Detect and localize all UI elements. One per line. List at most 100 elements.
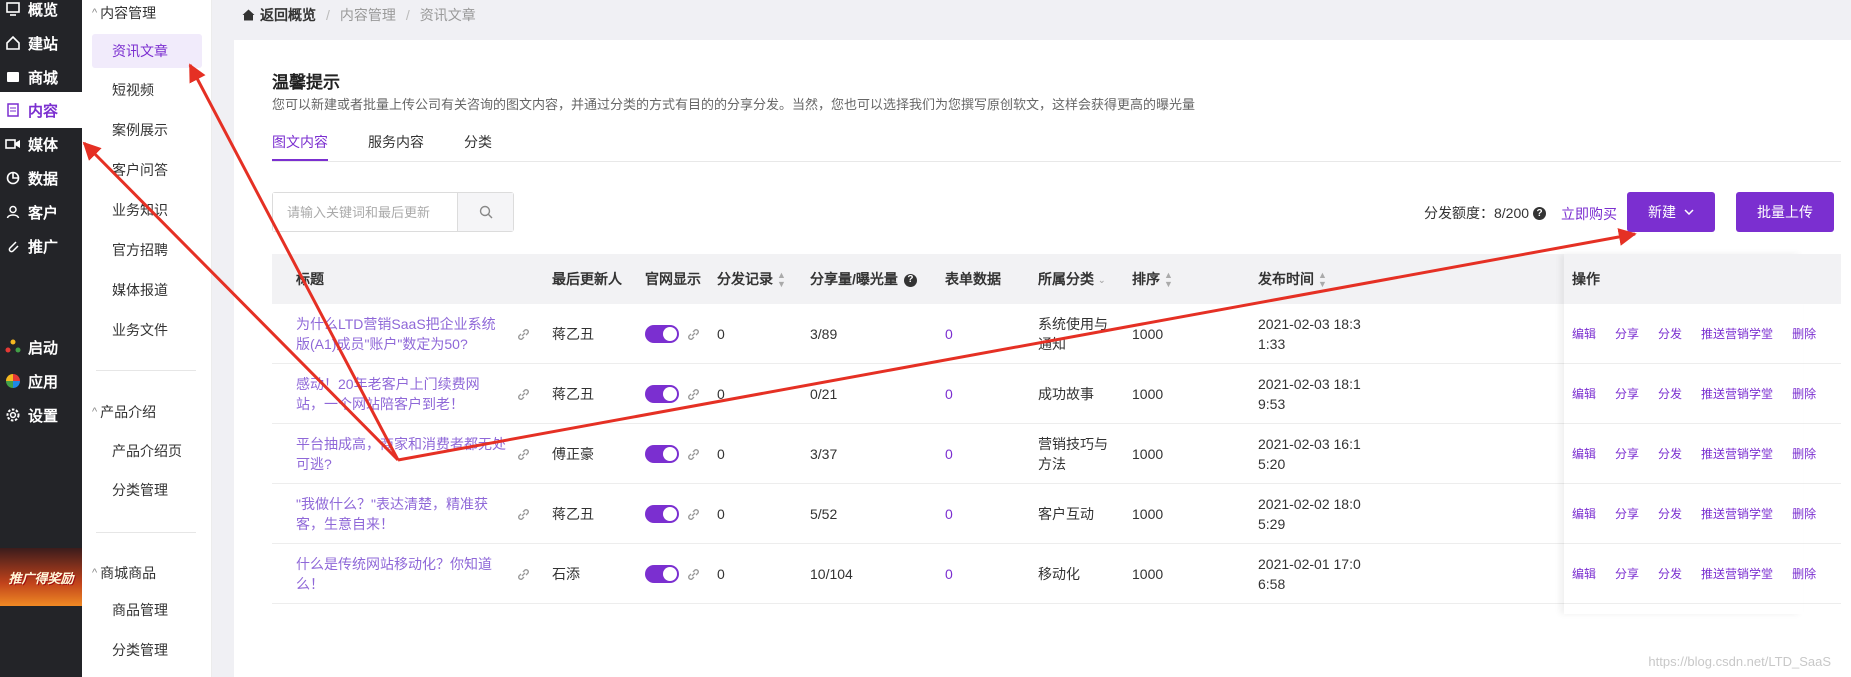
share-link[interactable]: 分享: [1615, 325, 1639, 342]
header-label: 分发记录: [717, 271, 773, 287]
article-title-link[interactable]: 为什么LTD营销SaaS把企业系统版(A1)成员"账户"数定为50?: [296, 314, 506, 354]
publish-time-cell: 2021-02-01 17:06:58: [1258, 556, 1361, 592]
filter-icon[interactable]: ⌄: [1098, 275, 1106, 285]
help-icon[interactable]: ?: [903, 273, 917, 287]
nav-item-apps[interactable]: 应用: [0, 363, 82, 399]
edit-link[interactable]: 编辑: [1572, 565, 1596, 582]
submenu-item-jobs[interactable]: 官方招聘: [92, 233, 202, 267]
buy-now-link[interactable]: 立即购买: [1561, 204, 1617, 224]
share-link[interactable]: 分享: [1615, 445, 1639, 462]
push-academy-link[interactable]: 推送营销学堂: [1701, 505, 1773, 522]
sort-icon[interactable]: ▲ ▼: [1318, 271, 1327, 289]
delete-link[interactable]: 删除: [1792, 565, 1816, 582]
push-academy-link[interactable]: 推送营销学堂: [1701, 325, 1773, 342]
header-order[interactable]: 排序 ▲ ▼: [1132, 254, 1173, 304]
nav-item-store[interactable]: 商城: [0, 59, 82, 95]
form-data-link[interactable]: 0: [945, 424, 953, 484]
gear-icon: [4, 406, 22, 424]
article-title-link[interactable]: 平台抽成高，商家和消费者都无处可逃?: [296, 434, 506, 474]
back-to-overview-link[interactable]: 返回概览: [242, 5, 316, 25]
site-display-toggle[interactable]: [645, 325, 679, 343]
submenu-item-media-reports[interactable]: 媒体报道: [92, 273, 202, 307]
edit-link[interactable]: 编辑: [1572, 445, 1596, 462]
nav-item-settings[interactable]: 设置: [0, 397, 82, 433]
submenu-item-articles[interactable]: 资讯文章: [92, 34, 202, 68]
form-data-link[interactable]: 0: [945, 544, 953, 604]
breadcrumb-content-management[interactable]: 内容管理: [340, 5, 396, 25]
article-title-link[interactable]: "我做什么？"表达清楚，精准获客，生意自来！: [296, 494, 506, 534]
nav-item-media[interactable]: 媒体: [0, 126, 82, 162]
push-academy-link[interactable]: 推送营销学堂: [1701, 385, 1773, 402]
link-icon[interactable]: [686, 567, 701, 582]
bulk-upload-button[interactable]: 批量上传: [1736, 192, 1834, 232]
nav-item-promotion[interactable]: 推广: [0, 228, 82, 264]
link-icon[interactable]: [516, 507, 531, 522]
nav-item-overview[interactable]: 概览: [0, 0, 82, 27]
site-display-toggle[interactable]: [645, 505, 679, 523]
tab-category[interactable]: 分类: [464, 132, 492, 159]
distribute-link[interactable]: 分发: [1658, 385, 1682, 402]
distribute-link[interactable]: 分发: [1658, 445, 1682, 462]
nav-item-content[interactable]: 内容: [0, 92, 82, 128]
nav-item-launch[interactable]: 启动: [0, 329, 82, 365]
form-data-link[interactable]: 0: [945, 364, 953, 424]
delete-link[interactable]: 删除: [1792, 325, 1816, 342]
distribute-link[interactable]: 分发: [1658, 505, 1682, 522]
sort-icon[interactable]: ▲ ▼: [777, 271, 786, 289]
submenu-item-knowledge[interactable]: 业务知识: [92, 193, 202, 227]
tab-graphic-content[interactable]: 图文内容: [272, 132, 328, 161]
nav-item-customers[interactable]: 客户: [0, 194, 82, 230]
submenu-group-products[interactable]: ^ 产品介绍: [92, 402, 156, 422]
submenu-item-goods-category[interactable]: 分类管理: [92, 633, 202, 667]
delete-link[interactable]: 删除: [1792, 445, 1816, 462]
help-icon[interactable]: ?: [1533, 206, 1547, 220]
submenu-item-goods[interactable]: 商品管理: [92, 593, 202, 627]
distribute-link[interactable]: 分发: [1658, 325, 1682, 342]
site-display-toggle[interactable]: [645, 385, 679, 403]
link-icon[interactable]: [686, 327, 701, 342]
search-button[interactable]: [457, 193, 513, 231]
submenu-item-cases[interactable]: 案例展示: [92, 113, 202, 147]
submenu-item-product-category[interactable]: 分类管理: [92, 473, 202, 507]
share-link[interactable]: 分享: [1615, 565, 1639, 582]
submenu-item-files[interactable]: 业务文件: [92, 313, 202, 347]
submenu-group-content[interactable]: ^ 内容管理: [92, 3, 156, 23]
delete-link[interactable]: 删除: [1792, 385, 1816, 402]
header-category[interactable]: 所属分类 ⌄: [1038, 254, 1106, 304]
submenu-item-qa[interactable]: 客户问答: [92, 153, 202, 187]
share-link[interactable]: 分享: [1615, 505, 1639, 522]
link-icon[interactable]: [516, 327, 531, 342]
search-input[interactable]: [273, 193, 457, 231]
edit-link[interactable]: 编辑: [1572, 505, 1596, 522]
article-title-link[interactable]: 感动！20年老客户上门续费网站，一个网站陪客户到老！: [296, 374, 506, 414]
header-publish-time[interactable]: 发布时间 ▲ ▼: [1258, 254, 1327, 304]
distribute-link[interactable]: 分发: [1658, 565, 1682, 582]
submenu-item-product-page[interactable]: 产品介绍页: [92, 434, 202, 468]
edit-link[interactable]: 编辑: [1572, 325, 1596, 342]
edit-link[interactable]: 编辑: [1572, 385, 1596, 402]
header-dist-record[interactable]: 分发记录 ▲ ▼: [717, 254, 786, 304]
site-display-toggle[interactable]: [645, 565, 679, 583]
submenu-item-short-video[interactable]: 短视频: [92, 73, 202, 107]
form-data-link[interactable]: 0: [945, 484, 953, 544]
nav-item-data[interactable]: 数据: [0, 160, 82, 196]
form-data-link[interactable]: 0: [945, 304, 953, 364]
link-icon[interactable]: [516, 567, 531, 582]
link-icon[interactable]: [686, 507, 701, 522]
link-icon[interactable]: [686, 447, 701, 462]
delete-link[interactable]: 删除: [1792, 505, 1816, 522]
link-icon[interactable]: [686, 387, 701, 402]
site-display-toggle[interactable]: [645, 445, 679, 463]
nav-item-site[interactable]: 建站: [0, 25, 82, 61]
tab-service-content[interactable]: 服务内容: [368, 132, 424, 159]
push-academy-link[interactable]: 推送营销学堂: [1701, 565, 1773, 582]
share-link[interactable]: 分享: [1615, 385, 1639, 402]
push-academy-link[interactable]: 推送营销学堂: [1701, 445, 1773, 462]
article-title-link[interactable]: 什么是传统网站移动化？你知道么！: [296, 554, 506, 594]
promo-banner[interactable]: 推广得奖励: [0, 548, 82, 606]
submenu-group-store-goods[interactable]: ^ 商城商品: [92, 563, 156, 583]
sort-icon[interactable]: ▲ ▼: [1164, 271, 1173, 289]
link-icon[interactable]: [516, 447, 531, 462]
new-button[interactable]: 新建: [1627, 192, 1715, 232]
link-icon[interactable]: [516, 387, 531, 402]
